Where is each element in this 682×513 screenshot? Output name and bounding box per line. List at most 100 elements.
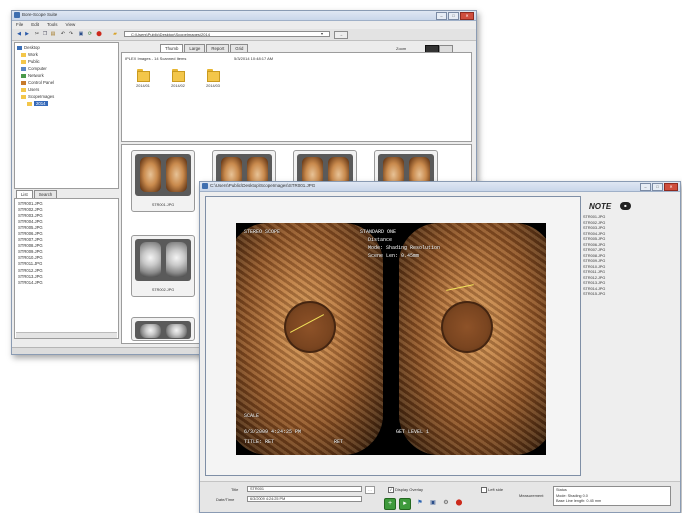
- folder-item[interactable]: 2014/01: [134, 69, 152, 88]
- computer-icon: [21, 66, 26, 71]
- thumbnail-image: [135, 321, 191, 339]
- overlay-line3: Scene Len: 0.45mm: [368, 253, 420, 259]
- path-input[interactable]: C:\Users\Public\Desktop\ScopeImages\2014: [124, 31, 330, 37]
- viewer-maximize-button[interactable]: □: [652, 183, 663, 191]
- refresh-icon[interactable]: ⟳: [87, 31, 93, 37]
- browser-title: Bore-Scope Suite: [22, 12, 58, 17]
- path-dropdown-icon[interactable]: ▾: [319, 31, 325, 37]
- delete-icon[interactable]: ⬤: [96, 31, 102, 37]
- list-item[interactable]: STR014.JPG: [15, 280, 118, 286]
- go-button[interactable]: →: [334, 31, 348, 39]
- tree-item-desktop[interactable]: Desktop: [17, 45, 40, 50]
- save-icon[interactable]: ▣: [78, 31, 84, 37]
- overlay-bottom-right: GET LEVEL 1: [396, 429, 430, 435]
- paste-icon[interactable]: ▤: [50, 31, 56, 37]
- back-icon[interactable]: ◀: [16, 31, 22, 37]
- flag-icon[interactable]: ⚑: [416, 499, 424, 507]
- left-tabs: List Search: [16, 190, 58, 198]
- lens-right: [166, 242, 187, 277]
- tab-grid[interactable]: Grid: [230, 44, 249, 52]
- minimize-button[interactable]: –: [436, 12, 447, 20]
- folder-up-icon[interactable]: ▰: [112, 31, 118, 37]
- view-label: Zoom: [396, 46, 407, 51]
- tree-item-public[interactable]: Public: [21, 59, 40, 64]
- folder-item[interactable]: 2014/02: [169, 69, 187, 88]
- weld-left: [284, 301, 336, 353]
- tree-item-control-panel[interactable]: Control Panel: [21, 80, 54, 85]
- thumbnail[interactable]: STR002.JPG: [131, 235, 195, 297]
- delete-image-icon[interactable]: ⬤: [455, 499, 463, 507]
- overlay-bottom1: SCALE: [244, 413, 260, 419]
- folder-icon: [206, 69, 220, 82]
- date-field[interactable]: 6/3/2009 4:24:25 PM: [247, 496, 362, 502]
- viewer-minimize-button[interactable]: –: [640, 183, 651, 191]
- view-tabs: Thumb Large Report Grid: [160, 44, 249, 52]
- undo-icon[interactable]: ↶: [60, 31, 66, 37]
- folder-tree: Desktop Work Public Computer Network Con…: [14, 42, 119, 189]
- overlay-top-right: STANDARD ONE: [360, 229, 397, 235]
- thumbnail-caption: STR001.JPG: [151, 203, 175, 207]
- file-list: STR001.JPG STR002.JPG STR003.JPG STR004.…: [14, 198, 119, 339]
- title-edit-icon[interactable]: …: [365, 486, 375, 494]
- tree-item-network[interactable]: Network: [21, 73, 44, 78]
- add-note-button[interactable]: +: [384, 498, 396, 510]
- thumbnail[interactable]: [131, 317, 195, 341]
- menu-tools[interactable]: Tools: [47, 21, 58, 28]
- note-list: STR001.JPG STR002.JPG STR003.JPG STR004.…: [581, 215, 677, 298]
- tree-label: Network: [28, 73, 44, 78]
- tab-report[interactable]: Report: [206, 44, 230, 52]
- folder-pane: IPLEX Images - 14 Scanned Items 5/3/2014…: [121, 52, 472, 142]
- thumbnail[interactable]: STR001.JPG: [131, 150, 195, 212]
- status-line: IPLEX Images - 14 Scanned Items: [125, 56, 187, 61]
- browser-toolbar: ◀ ▶ ✂ ❐ ▤ ↶ ↷ ▣ ⟳ ⬤ ▰ C:\Users\Public\De…: [12, 29, 476, 41]
- cut-icon[interactable]: ✂: [34, 31, 40, 37]
- lens-left: [140, 157, 161, 192]
- note-toggle-icon[interactable]: ■: [620, 202, 631, 210]
- tab-list[interactable]: List: [16, 190, 33, 198]
- menu-view[interactable]: View: [66, 21, 76, 28]
- list-scrollbar[interactable]: [16, 332, 117, 338]
- overlay-top-left: STEREO SCOPE: [244, 229, 281, 235]
- menu-edit[interactable]: Edit: [31, 21, 39, 28]
- tree-item-computer[interactable]: Computer: [21, 66, 47, 71]
- folder-item[interactable]: 2014/03: [204, 69, 222, 88]
- folder-label: 2014/03: [206, 84, 220, 88]
- tab-thumb[interactable]: Thumb: [160, 44, 184, 52]
- menu-file[interactable]: File: [16, 21, 23, 28]
- title-field[interactable]: STR001: [247, 486, 362, 492]
- maximize-button[interactable]: □: [448, 12, 459, 20]
- close-button[interactable]: ✕: [460, 12, 474, 20]
- measurement-box: Status Mode: Shading 0.0 Base Line lengt…: [553, 486, 671, 506]
- copy-icon[interactable]: ❐: [42, 31, 48, 37]
- tree-label: ScopeImages: [28, 94, 55, 99]
- tree-item-scopeimages[interactable]: ScopeImages: [21, 94, 54, 99]
- date-label: Date/Time: [216, 497, 235, 502]
- tree-item-2014[interactable]: 2014: [27, 101, 48, 106]
- desktop-icon: [17, 45, 22, 50]
- tab-large[interactable]: Large: [184, 44, 206, 52]
- status-timestamp: 5/3/2014 10:48:17 AM: [234, 56, 274, 61]
- display-overlay-checkbox[interactable]: ✓: [388, 487, 394, 493]
- tree-label: Users: [28, 87, 40, 92]
- app-icon: [14, 12, 20, 18]
- folder-label: 2014/01: [136, 84, 150, 88]
- thumbnail-image: [135, 154, 191, 196]
- tree-item-work[interactable]: Work: [21, 52, 38, 57]
- left-side-checkbox[interactable]: [481, 487, 487, 493]
- folder-icon: [171, 69, 185, 82]
- note-item[interactable]: STR015.JPG: [581, 292, 677, 298]
- tree-item-users[interactable]: Users: [21, 87, 39, 92]
- folder-icon: [21, 94, 26, 99]
- next-image-button[interactable]: ▸: [399, 498, 411, 510]
- save-image-icon[interactable]: ▣: [429, 499, 437, 507]
- title-label: Title: [231, 487, 239, 492]
- forward-icon[interactable]: ▶: [24, 31, 30, 37]
- settings-icon[interactable]: ⚙: [442, 499, 450, 507]
- scope-image[interactable]: STEREO SCOPE STANDARD ONE Distance Mode:…: [236, 223, 546, 455]
- lens-right: [166, 324, 187, 338]
- thumbnail-image: [135, 239, 191, 281]
- tab-search[interactable]: Search: [33, 190, 58, 198]
- redo-icon[interactable]: ↷: [68, 31, 74, 37]
- tree-label: Computer: [28, 66, 47, 71]
- viewer-close-button[interactable]: ✕: [664, 183, 678, 191]
